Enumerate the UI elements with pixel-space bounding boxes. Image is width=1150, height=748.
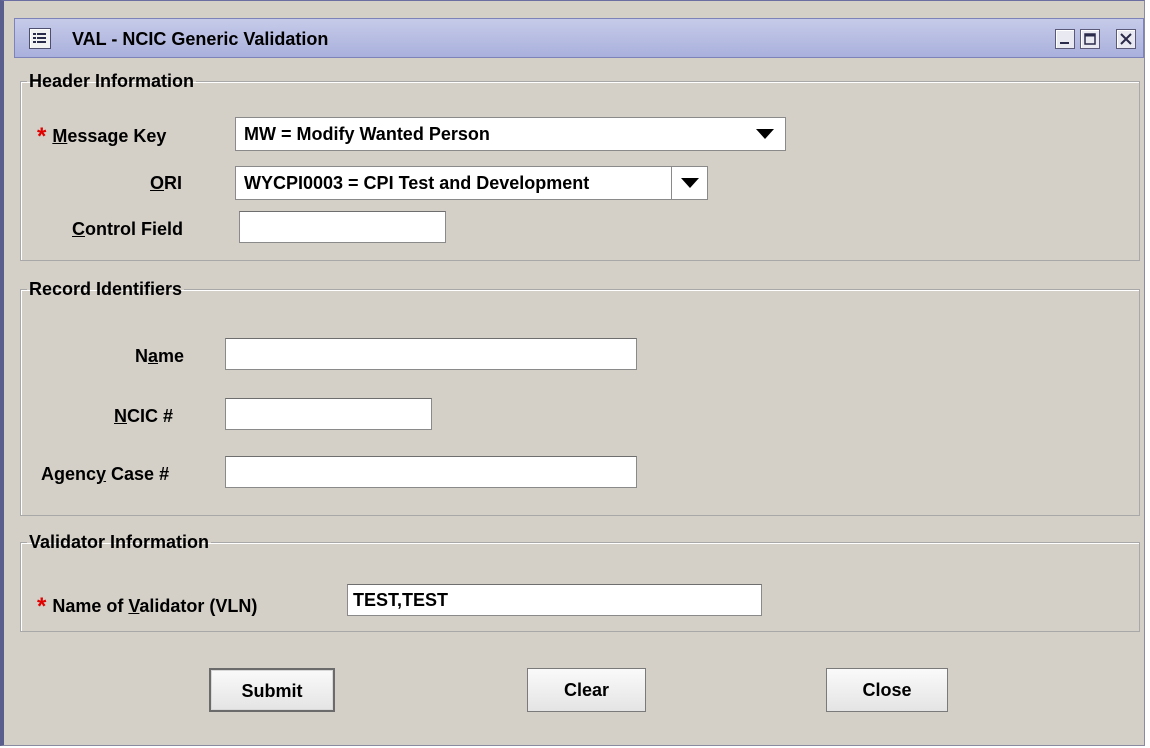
window-title: VAL - NCIC Generic Validation	[72, 29, 329, 49]
message-key-value: MW = Modify Wanted Person	[244, 124, 490, 144]
minimize-icon[interactable]	[1055, 29, 1075, 49]
ori-value: WYCPI0003 = CPI Test and Development	[244, 173, 590, 193]
control-field-label: Control Field	[72, 219, 183, 239]
ori-select[interactable]: WYCPI0003 = CPI Test and Development	[235, 166, 708, 200]
dropdown-arrow-icon	[681, 178, 699, 188]
control-field-input[interactable]	[239, 211, 446, 243]
close-button[interactable]: Close	[826, 668, 948, 712]
required-mark: *	[37, 123, 47, 150]
agency-case-label: Agency Case #	[41, 464, 170, 484]
ori-label: ORI	[150, 173, 183, 193]
agency-case-input[interactable]	[225, 456, 637, 488]
submit-button[interactable]: Submit	[209, 668, 335, 712]
ncic-number-input[interactable]	[225, 398, 432, 430]
ncic-number-label: NCIC #	[114, 406, 174, 426]
message-key-label: * Message Key	[37, 123, 167, 150]
group-legend: Validator Information	[29, 532, 210, 552]
validator-name-label: * Name of Validator (VLN)	[37, 593, 258, 620]
close-icon[interactable]	[1116, 29, 1136, 49]
name-label: Name	[135, 346, 185, 366]
validator-name-input[interactable]	[347, 584, 762, 616]
message-key-select[interactable]: MW = Modify Wanted Person	[235, 117, 786, 151]
group-legend: Record Identifiers	[29, 279, 183, 299]
required-mark: *	[37, 593, 47, 620]
title-bar[interactable]: VAL - NCIC Generic Validation	[14, 18, 1144, 58]
dialog-window: VAL - NCIC Generic Validation Header Inf…	[0, 0, 1145, 746]
name-input[interactable]	[225, 338, 637, 370]
ori-dropdown-button[interactable]	[671, 167, 707, 199]
group-legend: Header Information	[29, 71, 195, 91]
window-menu-icon[interactable]	[29, 28, 51, 49]
maximize-icon[interactable]	[1080, 29, 1100, 49]
clear-button[interactable]: Clear	[527, 668, 646, 712]
dropdown-arrow-icon[interactable]	[755, 127, 775, 141]
